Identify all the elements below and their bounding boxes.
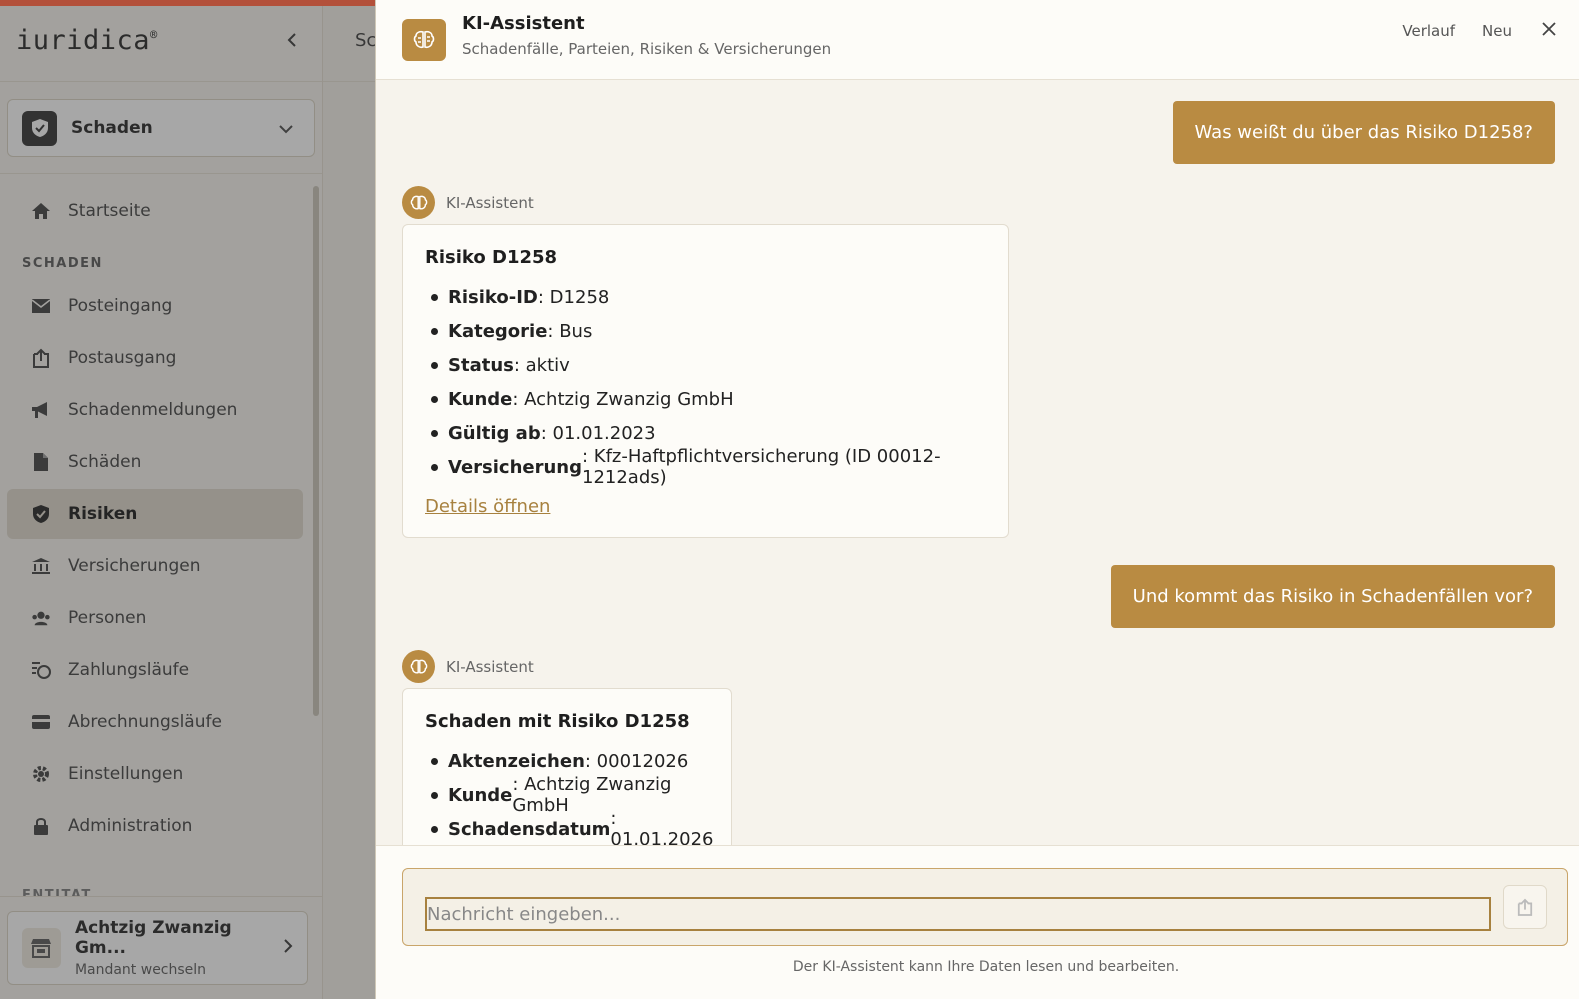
input-container <box>402 868 1568 946</box>
list-item: Kunde: Achtzig Zwanzig GmbH <box>425 382 986 416</box>
drawer-header: KI-Assistent Schadenfälle, Parteien, Ris… <box>376 0 1579 80</box>
ai-assistant-drawer: KI-Assistent Schadenfälle, Parteien, Ris… <box>375 0 1579 999</box>
brain-icon <box>402 18 446 61</box>
user-message: Und kommt das Risiko in Schadenfällen vo… <box>1110 565 1555 628</box>
card-title: Schaden mit Risiko D1258 <box>425 711 690 732</box>
bot-message-card: Risiko D1258 Risiko-ID: D1258 Kategorie:… <box>402 224 1009 538</box>
bot-message-header: KI-Assistent <box>402 650 534 683</box>
bot-message-card: Schaden mit Risiko D1258 Aktenzeichen: 0… <box>402 688 732 845</box>
list-item: Kategorie: Bus <box>425 314 986 348</box>
info-list: Risiko-ID: D1258 Kategorie: Bus Status: … <box>425 280 986 489</box>
list-item: Kunde: Achtzig Zwanzig GmbH <box>425 774 709 816</box>
assistant-title: KI-Assistent <box>462 13 585 34</box>
list-item: Versicherung: Kfz-Haftpflichtversicherun… <box>425 446 986 488</box>
list-item: Aktenzeichen: 00012026 <box>425 744 709 778</box>
message-composer: Der KI-Assistent kann Ihre Daten lesen u… <box>376 845 1579 999</box>
list-item: Gültig ab: 01.01.2023 <box>425 416 986 450</box>
info-list: Aktenzeichen: 00012026 Kunde: Achtzig Zw… <box>425 744 713 846</box>
assistant-subtitle: Schadenfälle, Parteien, Risiken & Versic… <box>462 40 832 58</box>
close-icon[interactable] <box>1541 20 1557 42</box>
new-chat-button[interactable]: Neu <box>1482 22 1512 40</box>
history-button[interactable]: Verlauf <box>1402 22 1455 40</box>
details-link[interactable]: Details öffnen <box>425 496 550 517</box>
send-icon <box>1517 898 1533 916</box>
brain-icon <box>402 186 435 219</box>
modal-backdrop[interactable] <box>0 0 375 999</box>
list-item: Risiko-ID: D1258 <box>425 280 986 314</box>
list-item: Status: aktiv <box>425 348 986 382</box>
disclaimer: Der KI-Assistent kann Ihre Daten lesen u… <box>792 959 1180 975</box>
bot-name: KI-Assistent <box>446 193 534 212</box>
chat-thread[interactable]: Was weißt du über das Risiko D1258? KI-A… <box>376 80 1579 845</box>
user-message: Was weißt du über das Risiko D1258? <box>1172 101 1555 164</box>
list-item: Schadensdatum: 01.01.2026 <box>425 808 713 845</box>
card-title: Risiko D1258 <box>425 247 558 268</box>
bot-name: KI-Assistent <box>446 657 534 676</box>
top-accent-bar <box>0 0 375 6</box>
bot-message-header: KI-Assistent <box>402 186 534 219</box>
send-button[interactable] <box>1503 885 1547 929</box>
message-input[interactable] <box>425 897 1491 931</box>
brain-icon <box>402 650 435 683</box>
